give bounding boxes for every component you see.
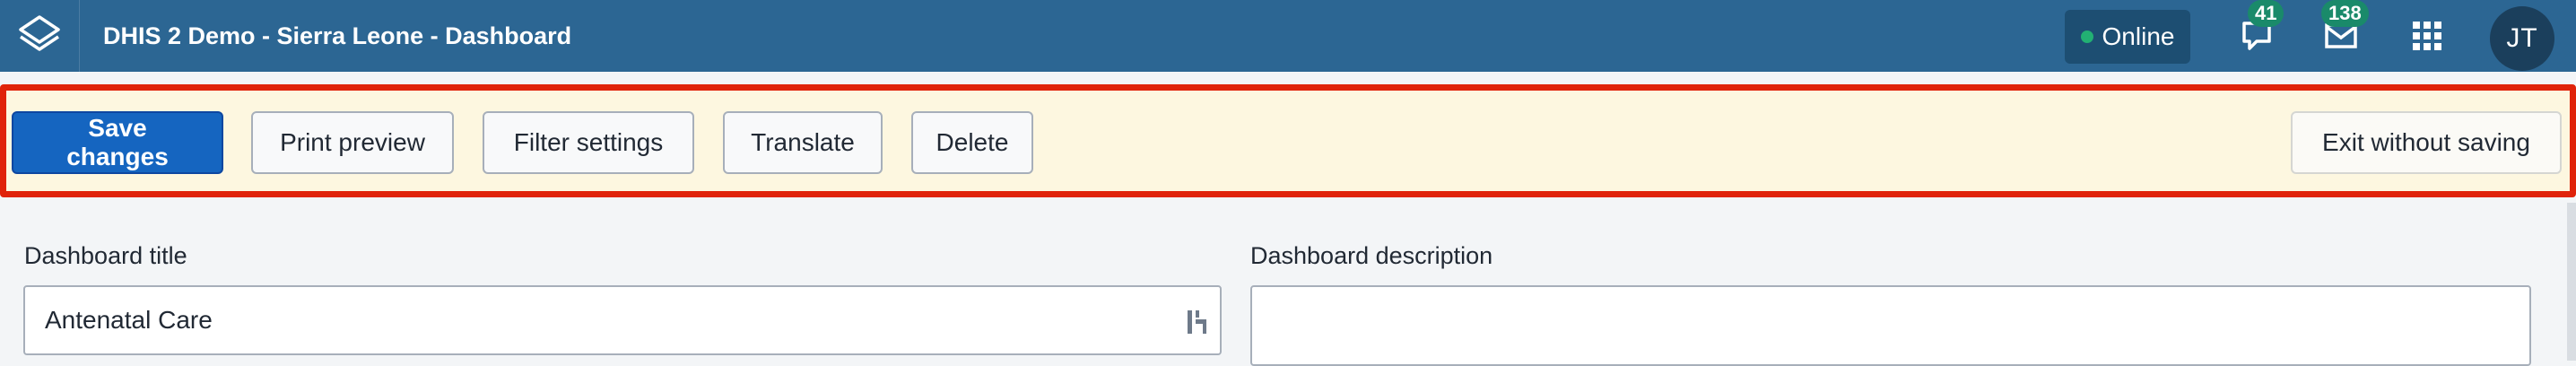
dashboard-description-label: Dashboard description (1250, 242, 1493, 269)
save-changes-button[interactable]: Save changes (12, 111, 223, 174)
online-dot-icon (2080, 30, 2093, 43)
online-status-indicator: Online (2065, 10, 2190, 64)
print-preview-button[interactable]: Print preview (251, 111, 454, 174)
dashboard-title-value: Antenatal Care (45, 306, 213, 334)
dashboard-title-input[interactable]: Antenatal Care (23, 285, 1222, 355)
dashboard-description-textarea[interactable] (1250, 285, 2531, 366)
app-title: DHIS 2 Demo - Sierra Leone - Dashboard (103, 22, 572, 49)
dhis2-logo[interactable] (0, 0, 80, 72)
exit-without-saving-button[interactable]: Exit without saving (2291, 111, 2562, 174)
interpretations-count-badge: 41 (2248, 0, 2284, 27)
dhis2-logo-icon (19, 15, 60, 51)
app-header-bar: DHIS 2 Demo - Sierra Leone - Dashboard O… (0, 0, 2576, 72)
translation-field-icon (1188, 310, 1206, 334)
messages-count-badge: 138 (2321, 0, 2369, 27)
user-avatar[interactable]: JT (2490, 6, 2554, 71)
online-status-label: Online (2102, 22, 2175, 50)
apps-menu-button[interactable] (2404, 13, 2450, 59)
apps-grid-icon (2413, 22, 2441, 50)
filter-settings-button[interactable]: Filter settings (483, 111, 694, 174)
translate-button[interactable]: Translate (723, 111, 883, 174)
page-scrollbar[interactable] (2567, 203, 2576, 361)
dashboard-title-label: Dashboard title (24, 242, 187, 269)
delete-button[interactable]: Delete (911, 111, 1033, 174)
